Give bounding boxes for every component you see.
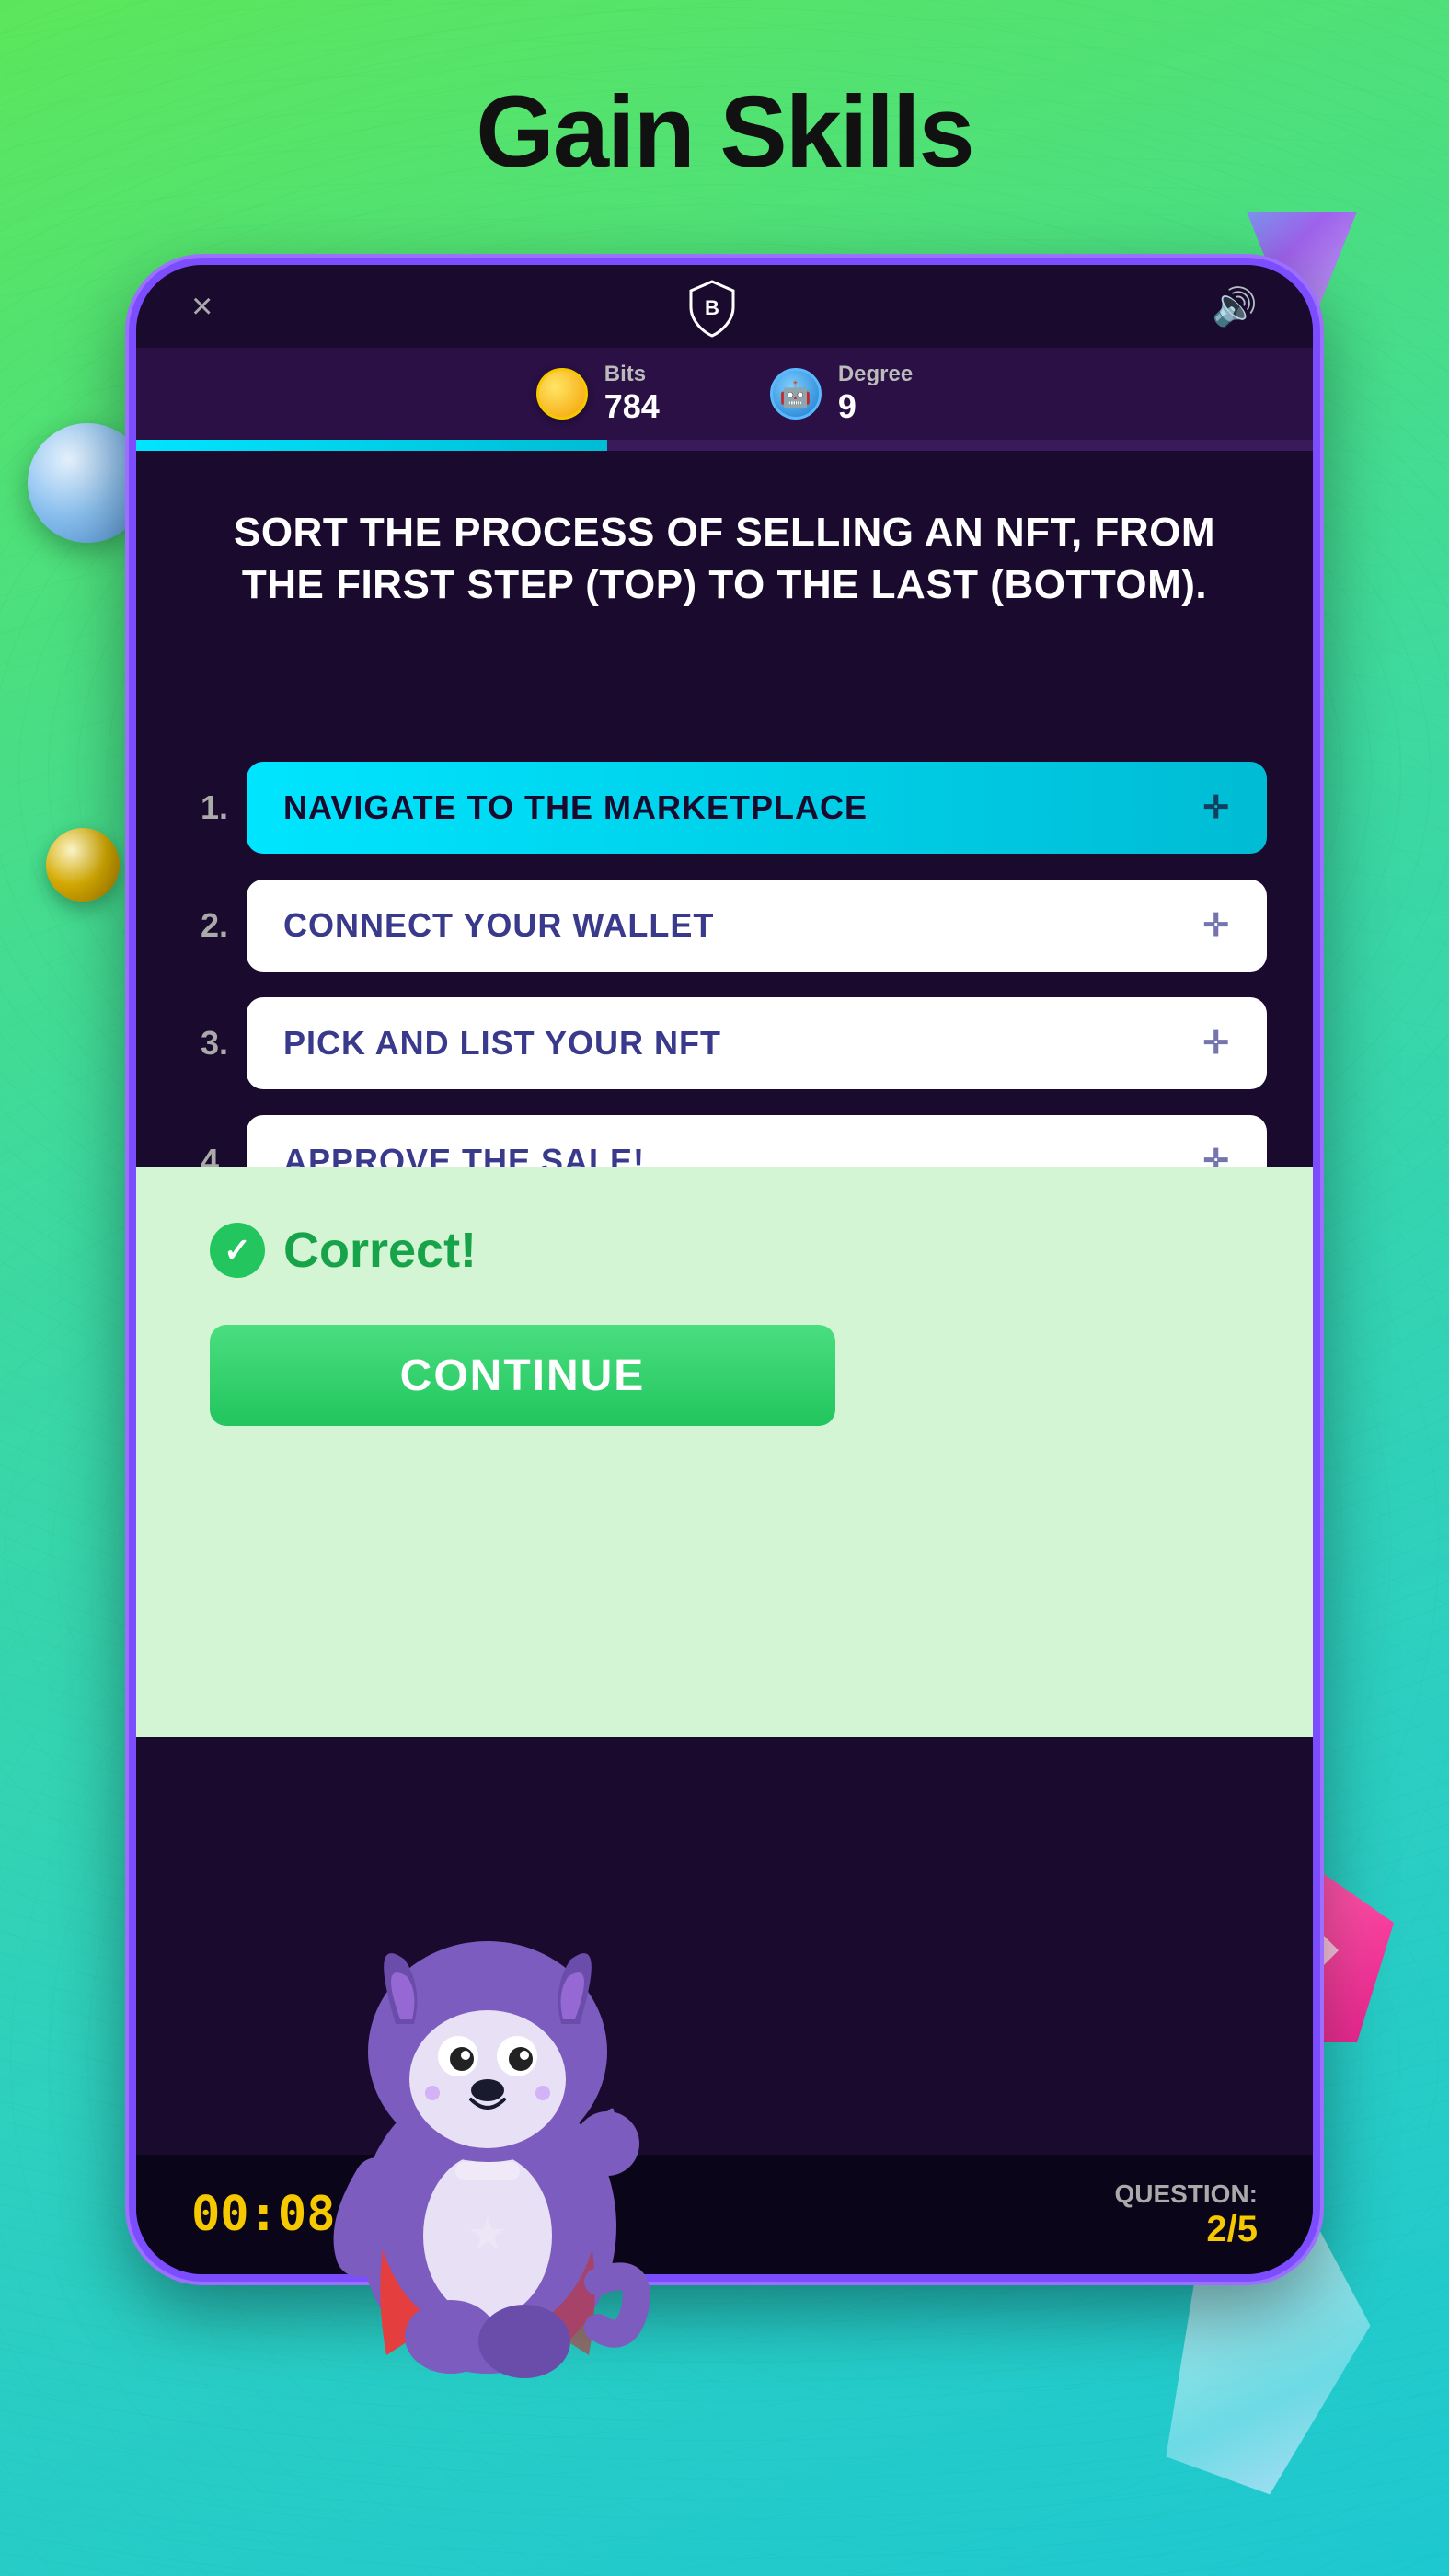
answer-row-3: 3. PICK AND LIST YOUR NFT ✛	[182, 997, 1267, 1089]
close-button[interactable]: ×	[191, 286, 213, 328]
answer-button-2[interactable]: CONNECT YOUR WALLET ✛	[247, 880, 1267, 972]
sound-button[interactable]: 🔊	[1212, 285, 1258, 328]
answer-row-2: 2. CONNECT YOUR WALLET ✛	[182, 880, 1267, 972]
progress-bar	[136, 440, 1313, 451]
answer-text-2: CONNECT YOUR WALLET	[283, 906, 714, 945]
page-title: Gain Skills	[0, 74, 1449, 190]
degree-label: Degree	[838, 362, 913, 387]
drag-icon-1: ✛	[1203, 789, 1231, 826]
bits-stat: Bits 784	[536, 362, 660, 426]
stats-bar: Bits 784 🤖 Degree 9	[136, 348, 1313, 440]
svg-text:B: B	[705, 296, 719, 319]
progress-bar-fill	[136, 440, 607, 451]
correct-area: ✓ Correct! CONTINUE	[136, 1167, 1313, 1737]
answers-area: 1. NAVIGATE TO THE MARKETPLACE ✛ 2. CONN…	[136, 762, 1313, 1233]
answer-row-1: 1. NAVIGATE TO THE MARKETPLACE ✛	[182, 762, 1267, 854]
question-counter: QUESTION: 2/5	[1114, 2179, 1258, 2250]
question-area: SORT THE PROCESS OF SELLING AN NFT, FROM…	[136, 451, 1313, 638]
answer-number-1: 1.	[182, 788, 228, 827]
answer-number-2: 2.	[182, 906, 228, 945]
bits-coin-icon	[536, 368, 588, 420]
drag-icon-3: ✛	[1203, 1025, 1231, 1062]
drag-icon-2: ✛	[1203, 907, 1231, 944]
degree-avatar-icon: 🤖	[770, 368, 822, 420]
correct-text: Correct!	[283, 1222, 477, 1279]
answer-text-1: NAVIGATE TO THE MARKETPLACE	[283, 788, 868, 827]
answer-number-3: 3.	[182, 1024, 228, 1063]
phone-topbar: × B 🔊	[136, 265, 1313, 348]
answer-button-3[interactable]: PICK AND LIST YOUR NFT ✛	[247, 997, 1267, 1089]
app-logo: B	[680, 274, 744, 339]
continue-button[interactable]: CONTINUE	[210, 1325, 835, 1426]
question-number: 2/5	[1114, 2209, 1258, 2250]
mascot-character: ★	[258, 1840, 718, 2392]
answer-text-3: PICK AND LIST YOUR NFT	[283, 1024, 721, 1063]
bits-label: Bits	[604, 362, 660, 387]
degree-stat: 🤖 Degree 9	[770, 362, 913, 426]
correct-check-icon: ✓	[210, 1223, 265, 1278]
question-label: QUESTION:	[1114, 2179, 1258, 2209]
gold-ball-decoration	[46, 828, 120, 902]
bits-value: 784	[604, 387, 660, 426]
correct-badge: ✓ Correct!	[210, 1222, 477, 1279]
answer-button-1[interactable]: NAVIGATE TO THE MARKETPLACE ✛	[247, 762, 1267, 854]
svg-text:★: ★	[467, 2208, 509, 2260]
question-text: SORT THE PROCESS OF SELLING AN NFT, FROM…	[191, 506, 1258, 611]
degree-value: 9	[838, 387, 913, 426]
